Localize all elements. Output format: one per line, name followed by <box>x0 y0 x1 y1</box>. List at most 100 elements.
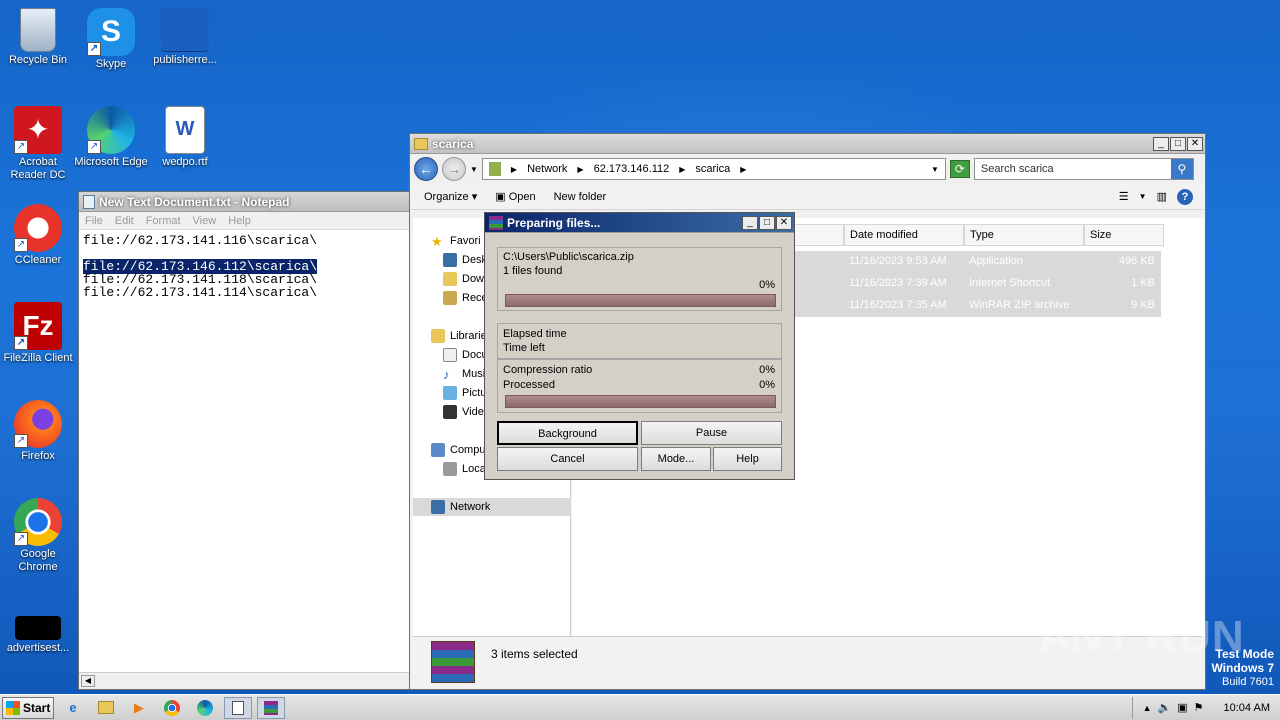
breadcrumb-host[interactable]: 62.173.146.112 <box>594 163 670 175</box>
menu-format[interactable]: Format <box>146 215 181 227</box>
volume-icon[interactable]: 🔈 <box>1158 701 1172 714</box>
desktop-icon-recycle-bin[interactable]: Recycle Bin <box>0 8 76 67</box>
view-options-icon[interactable]: ☰ <box>1119 190 1129 203</box>
start-label: Start <box>23 700 51 715</box>
desktop-icon-label: Acrobat Reader DC <box>10 156 66 181</box>
tray-expand-icon[interactable]: ▲ <box>1143 703 1152 713</box>
menu-help[interactable]: Help <box>228 215 251 227</box>
menu-edit[interactable]: Edit <box>115 215 134 227</box>
taskbar-media-player-icon[interactable]: ▶ <box>125 697 153 719</box>
desktop-icon-edge[interactable]: ↗ Microsoft Edge <box>73 106 149 169</box>
processed-value: 0% <box>759 379 775 391</box>
mode-button[interactable]: Mode... <box>641 447 711 471</box>
network-tray-icon[interactable]: ▣ <box>1177 701 1187 714</box>
processed-label: Processed <box>503 379 555 391</box>
network-icon <box>431 500 445 514</box>
compression-label: Compression ratio <box>503 364 593 376</box>
nav-label: Favori <box>450 235 481 247</box>
maximize-button[interactable]: □ <box>759 215 775 230</box>
help-button[interactable]: Help <box>713 447 782 471</box>
forward-button[interactable]: → <box>442 157 466 181</box>
start-button[interactable]: Start <box>2 696 54 719</box>
text-line: file://62.173.141.114\scarica\ <box>83 285 318 300</box>
desktop-icon-label: Recycle Bin <box>8 54 68 66</box>
address-dropdown-icon[interactable]: ▼ <box>931 165 939 174</box>
chrome-icon: ↗ <box>14 498 62 546</box>
desktop-icon-acrobat[interactable]: ✦ ↗ Acrobat Reader DC <box>0 106 76 182</box>
breadcrumb-sep-icon: ▶ <box>740 164 747 174</box>
scroll-left-icon[interactable]: ◀ <box>81 675 95 687</box>
desktop-icon-advertise[interactable]: advertisest... <box>0 616 76 655</box>
breadcrumb-folder[interactable]: scarica <box>695 163 730 175</box>
desktop-icon-label: Firefox <box>21 450 55 462</box>
notepad-titlebar[interactable]: New Text Document.txt - Notepad <box>79 192 410 212</box>
column-header-size[interactable]: Size <box>1084 224 1164 246</box>
flag-icon[interactable]: ⚑ <box>1194 701 1204 714</box>
maximize-button[interactable]: □ <box>1170 136 1186 151</box>
horizontal-scrollbar[interactable]: ◀ <box>79 672 410 689</box>
taskbar-chrome-icon[interactable] <box>158 697 186 719</box>
explorer-titlebar[interactable]: scarica _ □ ✕ <box>410 134 1205 154</box>
column-type-label: Type <box>970 229 994 241</box>
total-progress-bar <box>505 395 776 408</box>
blank-file-icon <box>161 8 209 52</box>
refresh-button[interactable]: ⟳ <box>949 160 970 178</box>
pause-button[interactable]: Pause <box>641 421 782 445</box>
desktop-icon-publisher[interactable]: publisherre... <box>147 8 223 67</box>
desktop-icon-filezilla[interactable]: Fz ↗ FileZilla Client <box>0 302 76 365</box>
taskbar-notepad-icon[interactable] <box>224 696 252 719</box>
shortcut-arrow-icon: ↗ <box>14 336 28 350</box>
new-folder-button[interactable]: New folder <box>554 191 607 203</box>
cancel-button[interactable]: Cancel <box>497 447 638 471</box>
minimize-button[interactable]: _ <box>742 215 758 230</box>
close-button[interactable]: ✕ <box>776 215 792 230</box>
desktop-icon-label: wedpo.rtf <box>162 156 208 168</box>
acrobat-icon: ✦ ↗ <box>14 106 62 154</box>
search-icon[interactable]: ⚲ <box>1170 159 1193 179</box>
notepad-window[interactable]: New Text Document.txt - Notepad File Edi… <box>78 191 411 690</box>
back-button[interactable]: ← <box>414 157 438 181</box>
preview-pane-icon[interactable]: ▥ <box>1157 190 1167 203</box>
desktop-icon-ccleaner[interactable]: ↗ CCleaner <box>0 204 76 267</box>
test-mode-label: Test Mode Windows 7 Build 7601 <box>1211 647 1274 689</box>
column-header-type[interactable]: Type <box>964 224 1084 246</box>
desktop-icon-firefox[interactable]: ↗ Firefox <box>0 400 76 463</box>
file-type: Internet Shortcut <box>969 277 1051 289</box>
taskbar-explorer-icon[interactable] <box>92 697 120 719</box>
notepad-text-area[interactable]: file://62.173.141.116\scarica\ file://62.… <box>79 230 410 303</box>
taskbar-ie-icon[interactable]: e <box>59 697 87 719</box>
desktop-icon-chrome[interactable]: ↗ Google Chrome <box>0 498 76 574</box>
nav-network[interactable]: Network <box>413 498 571 516</box>
winrar-titlebar[interactable]: Preparing files... _ □ ✕ <box>485 213 794 233</box>
elapsed-label: Elapsed time <box>503 328 567 340</box>
organize-label: Organize <box>424 191 469 203</box>
breadcrumb-sep-icon: ▶ <box>510 164 518 174</box>
breadcrumb-network[interactable]: Network <box>527 163 567 175</box>
background-button[interactable]: Background <box>497 421 638 445</box>
archive-path: C:\Users\Public\scarica.zip <box>503 251 634 263</box>
desktop-icon-label: Skype <box>95 58 127 70</box>
close-button[interactable]: ✕ <box>1187 136 1203 151</box>
desktop-icon-wedpo[interactable]: W wedpo.rtf <box>147 106 223 169</box>
help-icon[interactable]: ? <box>1177 188 1193 205</box>
status-selected: 3 items selected <box>491 647 578 661</box>
open-button[interactable]: ▣ Open <box>495 190 535 203</box>
desktop-icon-label: CCleaner <box>14 254 62 266</box>
edge-icon: ↗ <box>87 106 135 154</box>
view-dropdown-icon[interactable]: ▼ <box>1139 192 1147 201</box>
menu-view[interactable]: View <box>193 215 217 227</box>
organize-button[interactable]: Organize ▾ <box>424 190 477 203</box>
history-dropdown-icon[interactable]: ▼ <box>470 165 478 174</box>
search-input[interactable]: Search scarica ⚲ <box>973 158 1194 180</box>
winrar-dialog[interactable]: Preparing files... _ □ ✕ C:\Users\Public… <box>484 212 795 480</box>
minimize-button[interactable]: _ <box>1153 136 1169 151</box>
clock[interactable]: 10:04 AM <box>1224 702 1270 714</box>
taskbar-winrar-icon[interactable] <box>257 696 285 719</box>
taskbar-edge-icon[interactable] <box>191 697 219 719</box>
desktop-icon-label: publisherre... <box>153 54 217 66</box>
desktop-icon-label: FileZilla Client <box>3 352 73 364</box>
column-header-date[interactable]: Date modified <box>844 224 964 246</box>
menu-file[interactable]: File <box>85 215 103 227</box>
address-bar[interactable]: ▶ Network ▶ 62.173.146.112 ▶ scarica ▶ ▼ <box>481 158 946 180</box>
desktop-icon-skype[interactable]: S ↗ Skype <box>73 8 149 71</box>
